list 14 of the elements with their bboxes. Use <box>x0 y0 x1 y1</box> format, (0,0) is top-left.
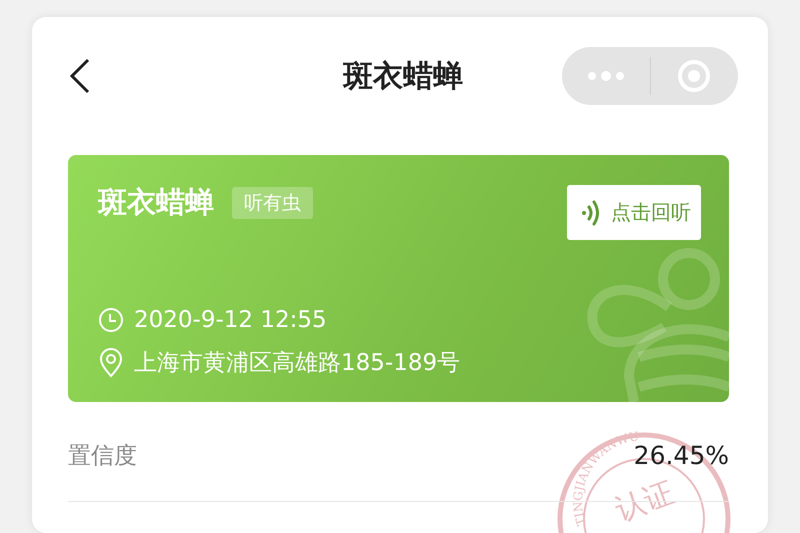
back-icon[interactable] <box>68 58 92 94</box>
sound-wave-icon <box>581 200 599 226</box>
page-title: 斑衣蜡蝉 <box>342 58 464 96</box>
source-tag: 听有虫 <box>232 187 313 219</box>
record-time: 2020-9-12 12:55 <box>134 307 327 333</box>
close-target-icon[interactable] <box>677 59 712 93</box>
detail-value: 26.45% <box>634 441 729 470</box>
replay-button[interactable]: 点击回听 <box>567 185 701 240</box>
detail-label: 置信度 <box>68 442 137 471</box>
more-icon[interactable] <box>586 70 625 82</box>
insect-name: 斑衣蜡蝉 <box>98 184 214 221</box>
clock-icon <box>98 307 124 333</box>
location-pin-icon <box>98 348 124 378</box>
record-location: 上海市黄浦区高雄路185-189号 <box>134 349 460 378</box>
